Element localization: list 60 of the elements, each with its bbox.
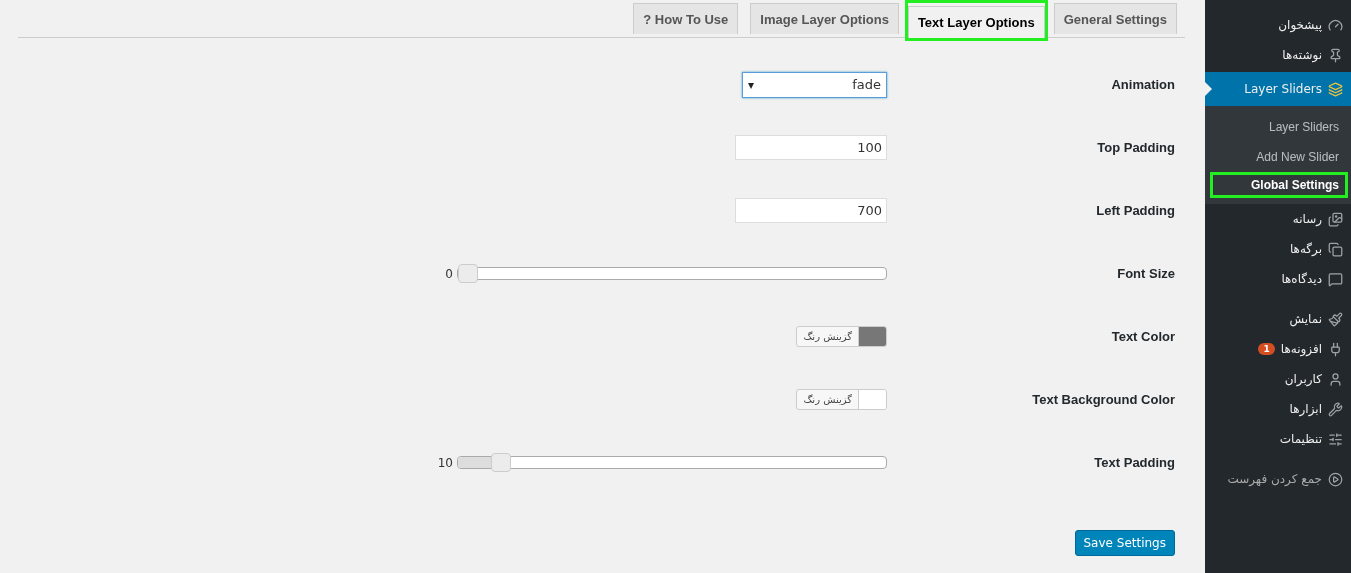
comment-icon <box>1328 271 1343 287</box>
save-button[interactable]: Save Settings <box>1074 530 1175 556</box>
menu-label: ابزارها <box>1289 402 1322 416</box>
tab[interactable]: Text Layer Options <box>907 6 1045 38</box>
play-icon <box>1328 471 1343 487</box>
slider-handle[interactable] <box>458 264 478 283</box>
tab[interactable]: General Settings <box>1053 3 1177 34</box>
pointer-icon <box>1205 82 1212 96</box>
menu-item[interactable]: رسانه <box>1205 204 1351 234</box>
menu-label: پیشخوان <box>1278 18 1322 32</box>
submenu-item[interactable]: Add New Slider <box>1213 145 1345 169</box>
menu-label: نمایش <box>1289 312 1322 326</box>
menu-item[interactable]: نوشته‌ها <box>1205 40 1351 70</box>
menu-label: برگه‌ها <box>1289 242 1322 256</box>
field-label: Text Padding <box>1093 455 1175 470</box>
plug-icon <box>1328 341 1343 357</box>
menu-label: تنظیمات <box>1279 432 1322 446</box>
menu-item[interactable]: تنظیمات <box>1205 424 1351 454</box>
menu-label: افزونه‌ها <box>1280 342 1322 356</box>
menu-item[interactable]: پیشخوان <box>1205 10 1351 40</box>
field-label: Text Background Color <box>1031 392 1175 407</box>
slider-handle[interactable] <box>490 453 511 472</box>
collapse-menu[interactable]: جمع کردن فهرست <box>1205 464 1351 494</box>
field-label: Top Padding <box>1096 140 1175 155</box>
text-field[interactable]: 700 <box>735 198 887 223</box>
color-picker-button[interactable]: گزینش رنگ <box>796 326 887 347</box>
field-label: Font Size <box>1116 266 1175 281</box>
menu-label: Layer Sliders <box>1244 82 1322 96</box>
menu-item[interactable]: دیدگاه‌ها <box>1205 264 1351 294</box>
tab[interactable]: ? How To Use <box>633 3 739 34</box>
menu-item[interactable]: کاربران <box>1205 364 1351 394</box>
layers-icon <box>1328 81 1343 97</box>
field-label: Left Padding <box>1095 203 1175 218</box>
field-label: Animation <box>1110 77 1175 92</box>
menu-label: نوشته‌ها <box>1282 48 1322 62</box>
update-badge: 1 <box>1258 343 1275 355</box>
menu-label: کاربران <box>1284 372 1322 386</box>
gauge-icon <box>1328 17 1343 33</box>
menu-item[interactable]: نمایش <box>1205 304 1351 334</box>
menu-item[interactable]: ابزارها <box>1205 394 1351 424</box>
menu-item[interactable]: Layer Sliders <box>1205 72 1351 106</box>
animation-select[interactable]: ▾ fade <box>742 71 887 98</box>
submenu-item[interactable]: Global Settings <box>1213 175 1345 195</box>
menu-label: رسانه <box>1292 212 1322 226</box>
sliders-icon <box>1328 431 1343 447</box>
menu-item[interactable]: برگه‌ها <box>1205 234 1351 264</box>
slider-value: 0 <box>445 266 453 281</box>
paintbrush-icon <box>1328 311 1343 327</box>
menu-label: دیدگاه‌ها <box>1281 272 1322 286</box>
field-label: Text Color <box>1110 329 1175 344</box>
user-icon <box>1328 371 1343 387</box>
color-picker-button[interactable]: گزینش رنگ <box>796 389 887 410</box>
pages-icon <box>1328 241 1343 257</box>
tab[interactable]: Image Layer Options <box>750 3 899 34</box>
slider-value: 10 <box>437 455 453 470</box>
wrench-icon <box>1328 401 1343 417</box>
submenu-item[interactable]: Layer Sliders <box>1213 115 1345 139</box>
pin-icon <box>1328 47 1343 63</box>
images-icon <box>1328 211 1343 227</box>
text-field[interactable]: 100 <box>735 135 887 160</box>
